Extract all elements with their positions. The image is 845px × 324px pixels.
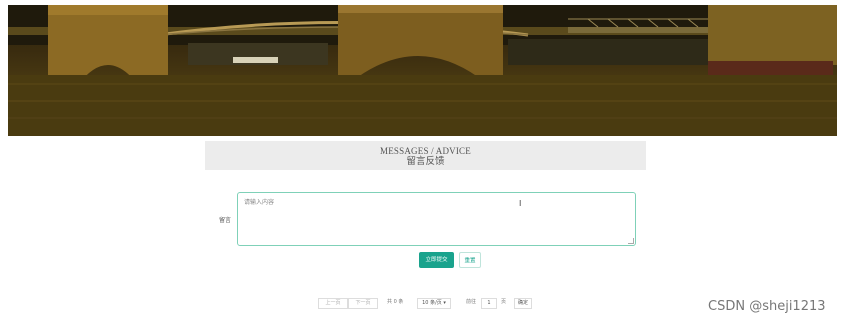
- chevron-down-icon: ▾: [443, 300, 446, 306]
- banner-image: [8, 5, 837, 136]
- page-size-select[interactable]: 10 条/页 ▾: [417, 298, 451, 309]
- page-title-chinese: 留言反馈: [406, 156, 445, 167]
- message-label: 留言: [219, 217, 232, 224]
- goto-label: 前往: [466, 299, 477, 305]
- resize-handle-icon[interactable]: [628, 238, 634, 244]
- next-page-button[interactable]: 下一页: [348, 298, 378, 309]
- prev-page-button[interactable]: 上一页: [318, 298, 348, 309]
- confirm-page-button[interactable]: 确定: [514, 298, 532, 309]
- message-textarea[interactable]: 请输入内容 I: [237, 192, 636, 246]
- total-count: 共 0 条: [387, 299, 404, 305]
- section-title-box: MESSAGES / ADVICE 留言反馈: [205, 141, 646, 170]
- bridge-scene-illustration: [8, 5, 837, 136]
- page-number-input[interactable]: 1: [481, 298, 497, 309]
- textarea-placeholder: 请输入内容: [244, 199, 275, 206]
- page-title-english: MESSAGES / ADVICE: [380, 146, 471, 156]
- text-cursor-icon: I: [519, 199, 522, 208]
- page-size-value: 10 条/页: [422, 300, 442, 306]
- page-unit-label: 页: [501, 299, 507, 305]
- watermark-text: CSDN @sheji1213: [708, 299, 826, 314]
- reset-button[interactable]: 重置: [459, 252, 481, 268]
- submit-button[interactable]: 立即提交: [419, 252, 454, 268]
